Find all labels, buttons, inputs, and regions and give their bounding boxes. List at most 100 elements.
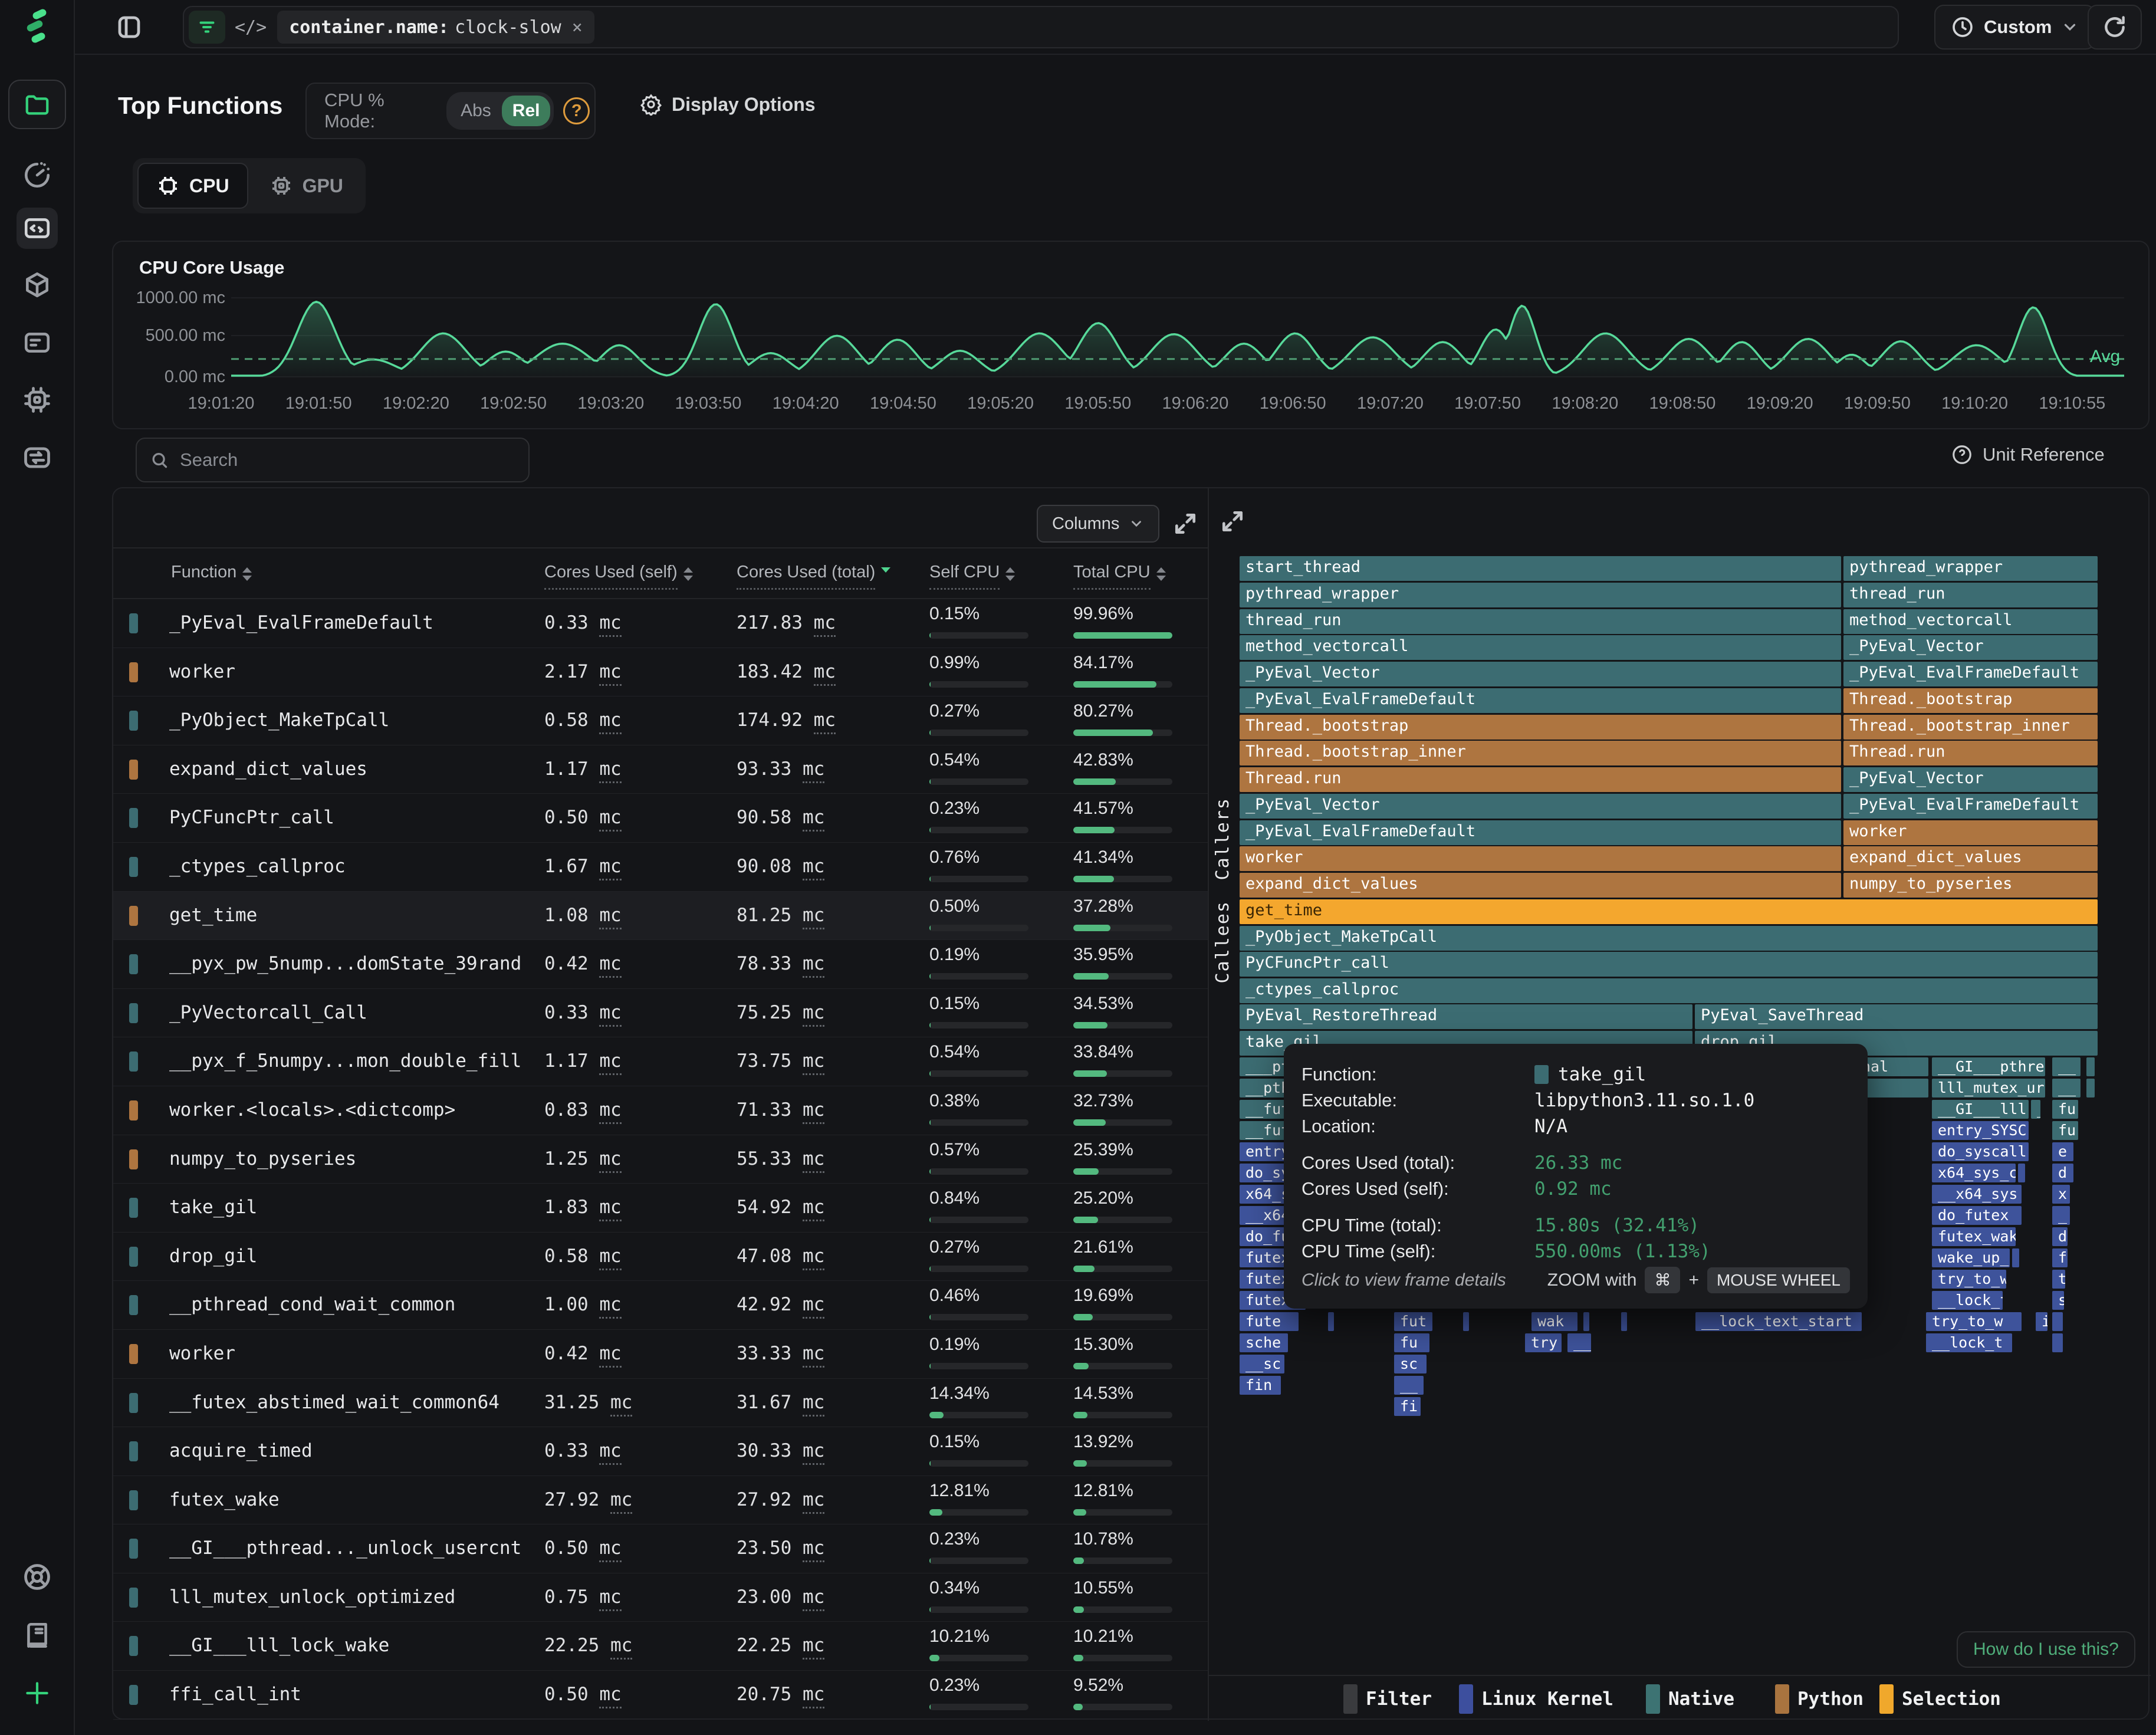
rel-option[interactable]: Rel bbox=[502, 96, 551, 126]
flame-cell[interactable]: _PyEval_EvalFrameDefault bbox=[1240, 688, 1841, 713]
unit-reference-button[interactable]: Unit Reference bbox=[1951, 443, 2105, 466]
time-range-button[interactable]: Custom bbox=[1934, 5, 2095, 50]
flame-cell[interactable]: method_vectorcall bbox=[1240, 635, 1841, 660]
sidebar-item-hardware[interactable] bbox=[22, 385, 52, 415]
flame-cell[interactable]: pythread_wrapper bbox=[1240, 583, 1841, 607]
flame-cell[interactable]: Thread.run bbox=[1240, 767, 1841, 792]
sidebar-item-dashboard[interactable] bbox=[22, 160, 52, 190]
expand-flame-icon[interactable] bbox=[1220, 508, 1245, 534]
flame-cell[interactable]: __ bbox=[1394, 1376, 1424, 1395]
flame-cell[interactable]: d bbox=[2052, 1164, 2073, 1182]
flame-cell[interactable]: __lock_text_start bbox=[1695, 1312, 1862, 1331]
sidebar-item-logs[interactable] bbox=[22, 328, 52, 357]
flame-cell[interactable]: __lock_t bbox=[1926, 1333, 2012, 1352]
flame-cell[interactable]: __lock_t bbox=[1932, 1291, 2003, 1310]
table-row[interactable]: drop_gil0.58 mc47.08 mc0.27%21.61% bbox=[113, 1233, 1208, 1281]
flame-cell[interactable]: x64_sys_c bbox=[1932, 1164, 2016, 1182]
abs-rel-toggle[interactable]: Abs Rel bbox=[446, 92, 554, 130]
flame-cell[interactable]: do_syscall bbox=[1932, 1142, 2029, 1161]
flame-cell[interactable]: fu bbox=[2052, 1100, 2078, 1119]
flame-cell[interactable]: futex_wak bbox=[1932, 1227, 2016, 1246]
how-do-i-use-this-button[interactable]: How do I use this? bbox=[1957, 1631, 2135, 1668]
sidebar-item-docs[interactable] bbox=[22, 1621, 52, 1650]
flame-cell[interactable]: __GI___lll bbox=[1932, 1100, 2029, 1119]
column-header-total-cpu[interactable]: Total CPU bbox=[1073, 563, 1166, 590]
refresh-button[interactable] bbox=[2088, 5, 2142, 50]
help-icon[interactable]: ? bbox=[563, 97, 590, 124]
flame-cell[interactable]: _ bbox=[2031, 1100, 2040, 1119]
abs-option[interactable]: Abs bbox=[450, 101, 502, 121]
sidebar-item-pipelines[interactable] bbox=[22, 442, 52, 473]
flame-cell[interactable]: pythread_wrapper bbox=[1843, 556, 2098, 581]
flame-cell[interactable] bbox=[1328, 1312, 1334, 1331]
filter-bar[interactable]: </> container.name: clock-slow × bbox=[183, 6, 1899, 48]
flame-cell[interactable]: Thread._bootstrap_inner bbox=[1240, 741, 1841, 765]
flame-cell[interactable] bbox=[1583, 1312, 1589, 1331]
flame-cell[interactable]: thread_run bbox=[1240, 609, 1841, 634]
table-row[interactable]: numpy_to_pyseries1.25 mc55.33 mc0.57%25.… bbox=[113, 1135, 1208, 1184]
sidebar-item-projects[interactable] bbox=[8, 80, 66, 129]
flame-cell[interactable]: d bbox=[2052, 1227, 2068, 1246]
add-button[interactable] bbox=[22, 1678, 52, 1708]
flame-cell[interactable]: _PyObject_MakeTpCall bbox=[1240, 926, 2098, 951]
flame-cell[interactable]: e bbox=[2052, 1142, 2073, 1161]
flame-cell[interactable]: fute bbox=[1240, 1312, 1299, 1331]
flame-cell[interactable] bbox=[1621, 1312, 1627, 1331]
table-row[interactable]: __GI___lll_lock_wake22.25 mc22.25 mc10.2… bbox=[113, 1622, 1208, 1671]
flame-cell[interactable]: __l bbox=[1567, 1333, 1591, 1352]
tab-gpu[interactable]: GPU bbox=[252, 163, 361, 209]
flame-cell[interactable]: numpy_to_pyseries bbox=[1843, 873, 2098, 898]
flame-cell[interactable]: __ bbox=[2052, 1079, 2081, 1097]
flame-cell[interactable]: thread_run bbox=[1843, 583, 2098, 607]
column-header-self-cpu[interactable]: Self CPU bbox=[929, 563, 1015, 590]
flame-cell[interactable] bbox=[2018, 1164, 2025, 1182]
filter-chip-close-icon[interactable]: × bbox=[572, 17, 583, 38]
table-row[interactable]: worker.<locals>.<dictcomp>0.83 mc71.33 m… bbox=[113, 1086, 1208, 1135]
table-row[interactable]: _PyVectorcall_Call0.33 mc75.25 mc0.15%34… bbox=[113, 989, 1208, 1038]
flame-cell[interactable]: s bbox=[2052, 1291, 2064, 1310]
flame-cell[interactable]: __GI___pthre bbox=[1932, 1057, 2045, 1076]
flame-cell[interactable]: lll_mutex_ur bbox=[1932, 1079, 2045, 1097]
flame-cell[interactable]: wake_up_ bbox=[1932, 1248, 2010, 1267]
flame-cell[interactable]: i bbox=[2036, 1312, 2047, 1331]
flame-cell[interactable]: start_thread bbox=[1240, 556, 1841, 581]
table-row[interactable]: _PyObject_MakeTpCall0.58 mc174.92 mc0.27… bbox=[113, 696, 1208, 745]
flame-cell[interactable]: _PyEval_Vector bbox=[1843, 767, 2098, 792]
table-row[interactable]: PyCFuncPtr_call0.50 mc90.58 mc0.23%41.57… bbox=[113, 794, 1208, 843]
table-row[interactable]: get_time1.08 mc81.25 mc0.50%37.28% bbox=[113, 892, 1208, 941]
sidebar-item-support[interactable] bbox=[22, 1562, 52, 1592]
flame-cell[interactable]: _ctypes_callproc bbox=[1240, 978, 2098, 1003]
flame-cell[interactable]: try_to_w bbox=[1926, 1312, 2022, 1331]
flame-cell[interactable]: fut bbox=[1394, 1312, 1432, 1331]
flame-cell[interactable]: t bbox=[2052, 1270, 2065, 1289]
flame-cell[interactable]: worker bbox=[1843, 820, 2098, 845]
flame-cell[interactable]: fin bbox=[1240, 1376, 1281, 1395]
table-row[interactable]: worker2.17 mc183.42 mc0.99%84.17% bbox=[113, 648, 1208, 697]
search-input[interactable] bbox=[180, 449, 515, 471]
flame-cell[interactable]: f bbox=[2052, 1248, 2068, 1267]
flame-cell[interactable]: Thread._bootstrap bbox=[1240, 715, 1841, 740]
flame-cell[interactable]: __sc bbox=[1240, 1355, 1284, 1373]
flame-cell[interactable]: __ bbox=[2052, 1057, 2081, 1076]
table-row[interactable]: worker0.42 mc33.33 mc0.19%15.30% bbox=[113, 1330, 1208, 1379]
flame-cell[interactable]: PyCFuncPtr_call bbox=[1240, 952, 2098, 977]
flame-cell[interactable]: Thread._bootstrap_inner bbox=[1843, 715, 2098, 740]
table-row[interactable]: __GI___pthread..._unlock_usercnt0.50 mc2… bbox=[113, 1524, 1208, 1573]
flame-cell[interactable]: do_futex bbox=[1932, 1206, 2022, 1225]
flame-cell[interactable]: x bbox=[2052, 1185, 2070, 1204]
flame-cell[interactable]: worker bbox=[1240, 846, 1841, 871]
filter-icon[interactable] bbox=[189, 11, 225, 44]
flame-cell[interactable]: Thread._bootstrap bbox=[1843, 688, 2098, 713]
table-row[interactable]: acquire_timed0.33 mc30.33 mc0.15%13.92% bbox=[113, 1427, 1208, 1476]
expand-table-icon[interactable] bbox=[1172, 511, 1198, 537]
flame-cell[interactable] bbox=[2052, 1333, 2063, 1352]
flame-cell[interactable]: sche bbox=[1240, 1333, 1288, 1352]
sidebar-item-packages[interactable] bbox=[22, 270, 52, 300]
table-row[interactable]: __pyx_pw_5nump...domState_39rand0.42 mc7… bbox=[113, 940, 1208, 989]
flame-cell[interactable]: __x64_sys bbox=[1932, 1185, 2022, 1204]
table-row[interactable]: futex_wake27.92 mc27.92 mc12.81%12.81% bbox=[113, 1476, 1208, 1525]
sidebar-item-profiler[interactable] bbox=[17, 208, 58, 249]
display-options-button[interactable]: Display Options bbox=[640, 93, 816, 116]
table-row[interactable]: lll_mutex_unlock_optimized0.75 mc23.00 m… bbox=[113, 1573, 1208, 1622]
flame-cell[interactable]: expand_dict_values bbox=[1843, 846, 2098, 871]
